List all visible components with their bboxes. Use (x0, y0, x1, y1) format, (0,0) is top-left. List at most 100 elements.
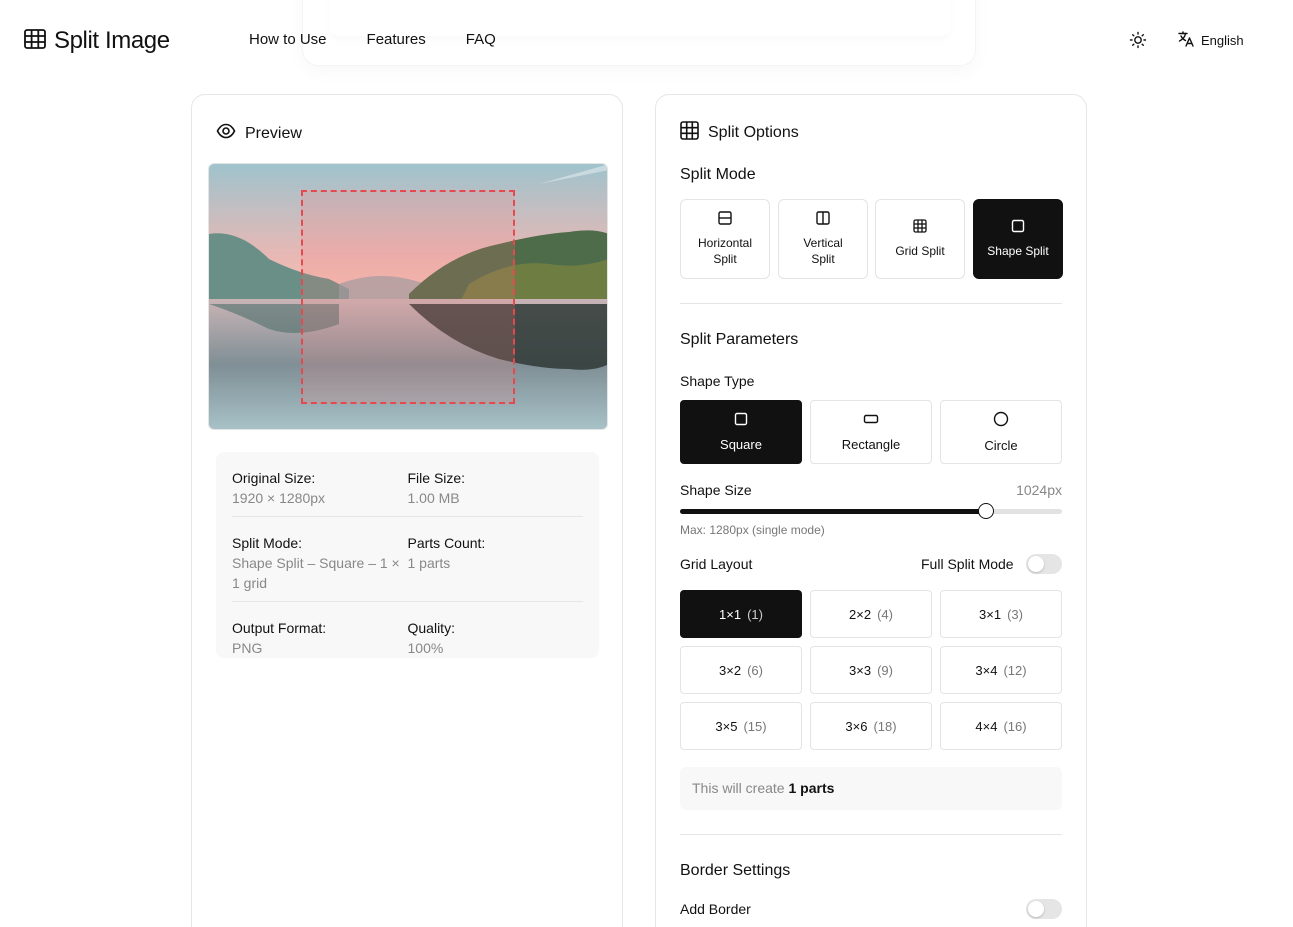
split-mode-title: Split Mode (680, 166, 756, 183)
nav-how-to-use[interactable]: How to Use (249, 31, 327, 48)
options-header: Split Options (680, 121, 799, 145)
info-output-format: Output Format: PNG (232, 618, 408, 658)
grid-option-label: 3×5 (715, 718, 738, 734)
grid-option-button[interactable]: 3×3 (9) (810, 646, 932, 694)
shape-circle-button[interactable]: Circle (940, 400, 1062, 464)
theme-toggle-button[interactable] (1128, 30, 1148, 50)
info-value: 1 parts (407, 555, 451, 571)
divider (680, 834, 1062, 835)
grid-logo-icon (24, 28, 46, 54)
info-file-size: File Size: 1.00 MB (408, 468, 584, 508)
info-split-mode: Split Mode: Shape Split – Square – 1 × 1… (232, 533, 408, 593)
preview-header: Preview (216, 121, 302, 146)
grid-option-label: 3×6 (845, 718, 868, 734)
info-label: Parts Count: (407, 535, 486, 551)
mode-label: Horizontal Split (697, 236, 753, 266)
translate-icon (1177, 30, 1195, 51)
shape-size-label: Shape Size (680, 482, 752, 498)
divider (680, 303, 1062, 304)
grid-option-label: 3×2 (719, 662, 742, 678)
grid-option-count: (4) (877, 606, 893, 622)
split-parameters-title: Split Parameters (680, 331, 799, 348)
grid-option-button[interactable]: 3×2 (6) (680, 646, 802, 694)
info-label: Original Size: (232, 470, 316, 486)
vertical-split-button[interactable]: Vertical Split (778, 199, 868, 279)
shape-label: Rectangle (841, 437, 901, 452)
grid-option-label: 2×2 (849, 606, 872, 622)
mode-label: Vertical Split (803, 236, 843, 266)
options-title: Split Options (708, 124, 799, 141)
mode-label: Shape Split (987, 244, 1049, 258)
square-icon (1011, 219, 1025, 237)
info-value: 100% (407, 640, 444, 656)
sun-icon (1128, 31, 1148, 54)
shape-size-hint: Max: 1280px (single mode) (680, 523, 825, 537)
shape-rectangle-button[interactable]: Rectangle (810, 400, 932, 464)
app-logo[interactable]: Split Image (24, 27, 170, 55)
preview-card: Preview Original Size: 1920 × 1280px Fil… (191, 94, 623, 927)
shape-label: Square (720, 437, 762, 452)
info-row: Output Format: PNG Quality: 100% (232, 602, 583, 666)
info-label: Quality: (407, 620, 455, 636)
grid-option-label: 3×4 (975, 662, 998, 678)
add-border-toggle[interactable] (1026, 899, 1062, 919)
preview-image (208, 163, 608, 430)
shape-type-label: Shape Type (680, 373, 755, 389)
shape-size-slider[interactable] (680, 503, 1062, 519)
vertical-split-icon (816, 211, 830, 229)
split-options-card: Split Options Split Mode Horizontal Spli… (655, 94, 1087, 927)
grid-option-label: 4×4 (975, 718, 998, 734)
eye-icon (216, 121, 236, 146)
grid-option-count: (1) (747, 606, 763, 622)
full-split-label: Full Split Mode (921, 556, 1014, 572)
info-quality: Quality: 100% (408, 618, 584, 658)
grid-option-button[interactable]: 4×4 (16) (940, 702, 1062, 750)
crop-selection-box[interactable] (301, 190, 515, 404)
parts-summary-prefix: This will create (692, 780, 785, 796)
grid-option-count: (15) (743, 718, 767, 734)
info-label: Split Mode: (232, 535, 303, 551)
grid-option-button[interactable]: 3×1 (3) (940, 590, 1062, 638)
mode-label: Grid Split (895, 244, 945, 258)
info-value: Shape Split – Square – 1 × 1 grid (232, 555, 400, 591)
nav-features[interactable]: Features (367, 31, 426, 48)
info-row: Original Size: 1920 × 1280px File Size: … (232, 452, 583, 517)
grid-option-button[interactable]: 3×4 (12) (940, 646, 1062, 694)
grid-option-count: (9) (877, 662, 893, 678)
full-split-toggle[interactable] (1026, 554, 1062, 574)
grid-icon (913, 219, 927, 237)
info-row: Split Mode: Shape Split – Square – 1 × 1… (232, 517, 583, 602)
shape-size-value: 1024px (1016, 482, 1062, 498)
add-border-label: Add Border (680, 901, 751, 917)
language-selector[interactable]: English (1177, 30, 1244, 51)
grid-option-button[interactable]: 3×5 (15) (680, 702, 802, 750)
shape-split-button[interactable]: Shape Split (973, 199, 1063, 279)
grid-option-count: (18) (873, 718, 897, 734)
language-label: English (1201, 33, 1244, 48)
shape-square-button[interactable]: Square (680, 400, 802, 464)
grid-option-count: (16) (1003, 718, 1027, 734)
grid-option-count: (3) (1007, 606, 1023, 622)
slider-thumb[interactable] (977, 503, 994, 519)
info-value: 1920 × 1280px (232, 490, 326, 506)
main-nav: How to Use Features FAQ (249, 31, 496, 48)
app-title: Split Image (54, 27, 170, 54)
shape-label: Circle (984, 438, 1018, 453)
grid-option-button[interactable]: 3×6 (18) (810, 702, 932, 750)
parts-summary-value: 1 parts (788, 780, 835, 796)
horizontal-split-icon (718, 211, 732, 229)
info-value: PNG (232, 640, 263, 656)
top-header: Split Image How to Use Features FAQ Engl… (0, 0, 1293, 80)
nav-faq[interactable]: FAQ (466, 31, 496, 48)
border-settings-title: Border Settings (680, 862, 791, 879)
grid-option-button[interactable]: 2×2 (4) (810, 590, 932, 638)
grid-option-button[interactable]: 1×1 (1) (680, 590, 802, 638)
rectangle-icon (863, 412, 879, 429)
grid-option-count: (12) (1003, 662, 1027, 678)
info-label: File Size: (407, 470, 466, 486)
grid-split-button[interactable]: Grid Split (875, 199, 965, 279)
horizontal-split-button[interactable]: Horizontal Split (680, 199, 770, 279)
grid-layout-label: Grid Layout (680, 556, 753, 572)
info-value: 1.00 MB (407, 490, 460, 506)
parts-summary: This will create 1 parts (680, 767, 1062, 810)
